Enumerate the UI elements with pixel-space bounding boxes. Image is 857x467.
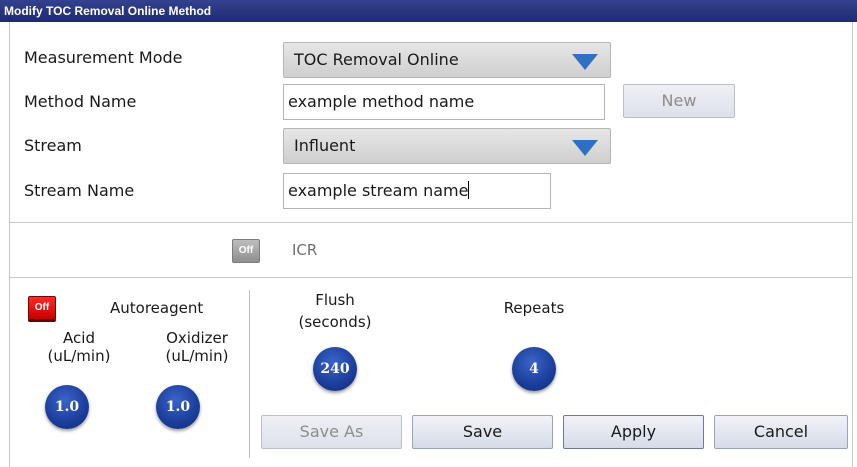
divider <box>10 222 852 223</box>
stream-label: Stream <box>24 136 82 155</box>
repeats-label: Repeats <box>503 299 565 317</box>
icr-label: ICR <box>292 241 318 259</box>
chevron-down-icon <box>572 54 598 70</box>
stream-name-input[interactable]: example stream name <box>283 173 551 209</box>
stream-value: Influent <box>294 136 356 155</box>
autoreagent-toggle[interactable]: Off <box>28 296 56 320</box>
form-panel: Measurement Mode TOC Removal Online Meth… <box>9 22 853 467</box>
measurement-mode-label: Measurement Mode <box>24 48 183 67</box>
flush-seconds-knob[interactable]: 240 <box>313 347 357 391</box>
stream-name-value: example stream name <box>288 181 469 200</box>
stream-dropdown[interactable]: Influent <box>283 128 611 164</box>
flush-label: Flush <box>315 291 355 309</box>
flush-unit-label: (seconds) <box>298 313 372 331</box>
stream-name-label: Stream Name <box>24 181 135 200</box>
method-name-label: Method Name <box>24 92 137 111</box>
method-name-input[interactable]: example method name <box>283 84 605 120</box>
chevron-down-icon <box>572 140 598 156</box>
repeats-knob[interactable]: 4 <box>512 347 556 391</box>
measurement-mode-dropdown[interactable]: TOC Removal Online <box>283 42 611 78</box>
oxidizer-rate-knob[interactable]: 1.0 <box>156 385 200 429</box>
apply-button[interactable]: Apply <box>563 415 704 449</box>
text-cursor <box>468 181 470 199</box>
cancel-button[interactable]: Cancel <box>714 415 848 449</box>
measurement-mode-value: TOC Removal Online <box>294 50 459 69</box>
save-as-button[interactable]: Save As <box>261 415 402 449</box>
icr-toggle[interactable]: Off <box>232 239 260 263</box>
autoreagent-label: Autoreagent <box>110 299 204 317</box>
oxidizer-label: Oxidizer <box>166 329 228 347</box>
divider <box>10 277 852 278</box>
acid-unit-label: (uL/min) <box>47 347 111 365</box>
section-divider <box>249 290 250 458</box>
acid-label: Acid <box>63 329 95 347</box>
acid-rate-knob[interactable]: 1.0 <box>45 385 89 429</box>
new-button[interactable]: New <box>623 84 735 118</box>
window-title: Modify TOC Removal Online Method <box>0 0 857 22</box>
save-button[interactable]: Save <box>412 415 553 449</box>
oxidizer-unit-label: (uL/min) <box>165 347 229 365</box>
